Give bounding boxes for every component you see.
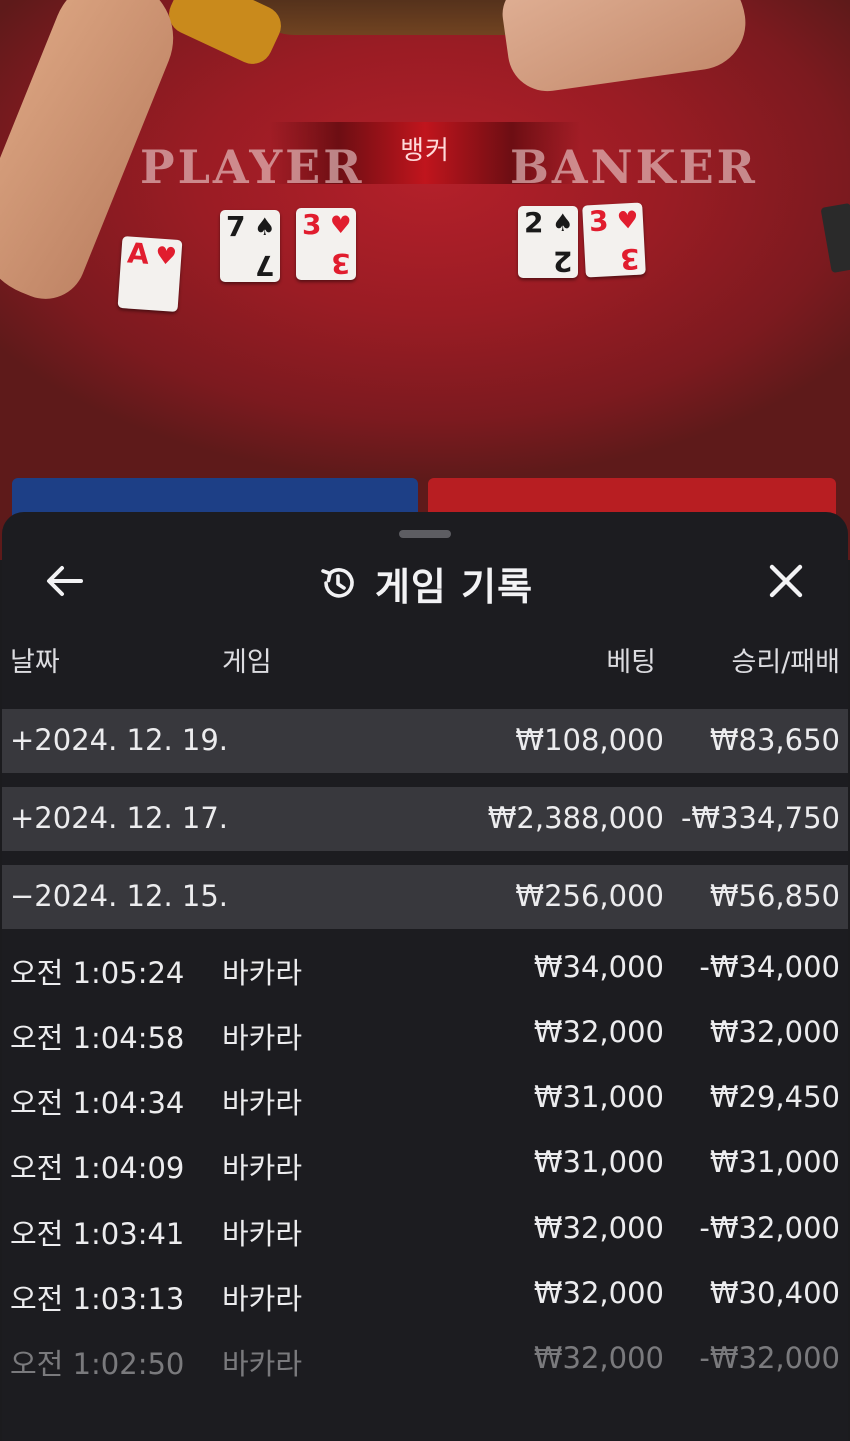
card-rank-bottom: 7 [254, 249, 274, 282]
card-rank: 7 [226, 210, 246, 243]
card-shoe [820, 202, 850, 274]
row-result: ₩31,000 [709, 1145, 840, 1179]
dealer-sleeve [162, 0, 288, 71]
group-date: −2024. 12. 15. [10, 879, 228, 913]
sheet-header: 게임 기록 [2, 552, 848, 612]
date-group-row[interactable]: −2024. 12. 15. ₩256,000 ₩56,850 [2, 865, 848, 929]
row-bet: ₩32,000 [533, 1015, 664, 1049]
group-bet-total: ₩256,000 [515, 879, 664, 913]
row-game: 바카라 [222, 1217, 303, 1251]
group-result-total: ₩56,850 [709, 879, 840, 913]
row-time: 오전 1:04:09 [10, 1151, 185, 1185]
banker-card-2: 3 ♥ 3 [582, 202, 646, 278]
row-result: ₩29,450 [709, 1080, 840, 1114]
card-suit: ♥ [154, 241, 178, 271]
row-game: 바카라 [222, 1151, 303, 1185]
row-bet: ₩34,000 [533, 950, 664, 984]
table-row[interactable]: 오전 1:04:58 바카라 ₩32,000 ₩32,000 [2, 1015, 848, 1055]
group-bet-total: ₩2,388,000 [487, 801, 664, 835]
row-bet: ₩32,000 [533, 1341, 664, 1375]
group-date: +2024. 12. 19. [10, 723, 228, 757]
row-time: 오전 1:03:41 [10, 1217, 185, 1251]
row-game: 바카라 [222, 1086, 303, 1120]
banker-side-label: BANKER [510, 140, 758, 194]
close-icon [768, 563, 804, 603]
table-row[interactable]: 오전 1:05:24 바카라 ₩34,000 -₩34,000 [2, 950, 848, 990]
row-time: 오전 1:02:50 [10, 1347, 185, 1381]
card-suit: ♠ [552, 209, 574, 237]
row-game: 바카라 [222, 1021, 303, 1055]
player-side-label: PLAYER [140, 140, 365, 194]
card-rank-bottom: 3 [618, 241, 640, 276]
column-header-game: 게임 [222, 647, 272, 678]
table-row[interactable]: 오전 1:04:34 바카라 ₩31,000 ₩29,450 [2, 1080, 848, 1120]
arrow-left-icon [45, 564, 85, 602]
row-time: 오전 1:04:34 [10, 1086, 185, 1120]
row-result: ₩30,400 [709, 1276, 840, 1310]
banker-card-1: 2 ♠ 2 [518, 206, 578, 278]
title-group: 게임 기록 [2, 552, 848, 614]
row-time: 오전 1:05:24 [10, 956, 185, 990]
sheet-drag-handle[interactable] [399, 530, 451, 538]
date-group-row[interactable]: +2024. 12. 19. ₩108,000 ₩83,650 [2, 709, 848, 773]
row-time: 오전 1:04:58 [10, 1021, 185, 1055]
table-row[interactable]: 오전 1:04:09 바카라 ₩31,000 ₩31,000 [2, 1145, 848, 1185]
card-rank: A [126, 236, 151, 271]
group-result-total: ₩83,650 [709, 723, 840, 757]
card-rank: 3 [302, 208, 322, 241]
row-bet: ₩32,000 [533, 1276, 664, 1310]
sheet-title: 게임 기록 [374, 564, 534, 609]
group-bet-total: ₩108,000 [515, 723, 664, 757]
group-date: +2024. 12. 17. [10, 801, 228, 835]
row-game: 바카라 [222, 1282, 303, 1316]
row-result: -₩32,000 [699, 1341, 840, 1375]
card-suit: ♠ [254, 213, 276, 241]
row-result: -₩32,000 [699, 1211, 840, 1245]
history-icon [317, 562, 359, 604]
winner-banner-label: 뱅커 [400, 136, 450, 166]
row-result: -₩34,000 [699, 950, 840, 984]
player-card-1: A ♥ [117, 235, 183, 313]
card-rank-bottom: 3 [330, 247, 350, 280]
card-rank: 2 [524, 206, 544, 239]
row-time: 오전 1:03:13 [10, 1282, 185, 1316]
close-button[interactable] [760, 560, 812, 606]
row-bet: ₩32,000 [533, 1211, 664, 1245]
table-row[interactable]: 오전 1:02:50 바카라 ₩32,000 -₩32,000 [2, 1341, 848, 1381]
row-bet: ₩31,000 [533, 1080, 664, 1114]
date-group-row[interactable]: +2024. 12. 17. ₩2,388,000 -₩334,750 [2, 787, 848, 851]
player-card-3: 3 ♥ 3 [296, 208, 356, 280]
table-row[interactable]: 오전 1:03:13 바카라 ₩32,000 ₩30,400 [2, 1276, 848, 1316]
card-rank-bottom: 2 [552, 245, 572, 278]
player-card-2: 7 ♠ 7 [220, 210, 280, 282]
row-result: ₩32,000 [709, 1015, 840, 1049]
back-button[interactable] [40, 560, 90, 606]
group-result-total: -₩334,750 [680, 801, 840, 835]
dealer-right-hand [498, 0, 752, 97]
column-header-date: 날짜 [10, 647, 60, 678]
card-rank: 3 [588, 204, 610, 239]
row-game: 바카라 [222, 1347, 303, 1381]
card-suit: ♥ [616, 205, 640, 235]
table-row[interactable]: 오전 1:03:41 바카라 ₩32,000 -₩32,000 [2, 1211, 848, 1251]
column-header-win-loss: 승리/패배 [731, 647, 840, 678]
live-video-feed: 뱅커 PLAYER BANKER A ♥ 7 ♠ 7 3 ♥ 3 2 ♠ 2 3… [0, 0, 850, 560]
column-header-bet: 베팅 [606, 647, 656, 678]
card-suit: ♥ [330, 211, 352, 239]
row-bet: ₩31,000 [533, 1145, 664, 1179]
row-game: 바카라 [222, 956, 303, 990]
